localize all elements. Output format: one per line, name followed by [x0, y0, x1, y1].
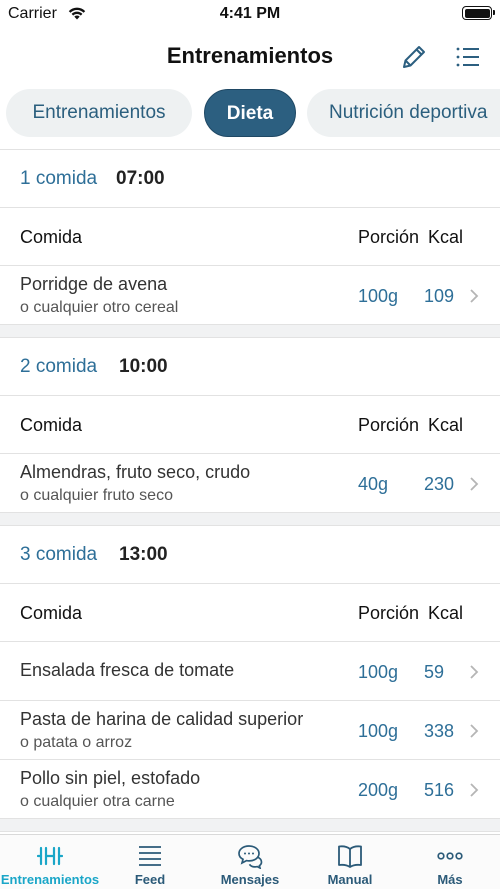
- food-portion: 100g: [358, 286, 399, 306]
- tabbar-manual[interactable]: Manual: [300, 835, 400, 889]
- food-note: o cualquier fruto seco: [20, 487, 173, 504]
- tabbar-label: Feed: [134, 872, 166, 887]
- tabbar-mas[interactable]: Más: [400, 835, 500, 889]
- food-portion: 100g: [358, 662, 399, 682]
- food-kcal: 230: [424, 474, 455, 494]
- food-kcal: 338: [424, 721, 455, 741]
- food-name: Porridge de avena: [20, 274, 168, 294]
- food-row[interactable]: Ensalada fresca de tomate 100g 59: [0, 642, 500, 701]
- column-food: Comida: [20, 415, 83, 435]
- chat-bubbles-icon: [238, 845, 263, 869]
- chevron-right-icon: [470, 665, 479, 679]
- status-bar: Carrier 4:41 PM: [0, 0, 500, 30]
- meal-section: 2 comida 10:00 Comida Porción Kcal Almen…: [0, 338, 500, 513]
- food-row[interactable]: Pasta de harina de calidad superior o pa…: [0, 701, 500, 760]
- tabbar-label: Manual: [327, 872, 373, 887]
- section-separator: [0, 325, 500, 338]
- food-kcal: 59: [424, 662, 445, 682]
- column-kcal: Kcal: [428, 603, 464, 623]
- column-food: Comida: [20, 603, 83, 623]
- chevron-right-icon: [470, 477, 479, 491]
- column-food: Comida: [20, 227, 83, 247]
- tabbar-label: Mensajes: [220, 872, 280, 887]
- column-portion: Porción: [358, 415, 420, 435]
- food-kcal: 516: [424, 780, 455, 800]
- meal-header: 3 comida 13:00: [0, 526, 500, 584]
- chevron-right-icon: [470, 783, 479, 797]
- nav-bar: Entrenamientos: [0, 30, 500, 82]
- food-note: o cualquier otra carne: [20, 793, 175, 810]
- section-separator: [0, 513, 500, 526]
- section-separator: [0, 819, 500, 832]
- meal-number: 2 comida: [20, 356, 98, 377]
- clock: 4:41 PM: [219, 5, 281, 22]
- column-kcal: Kcal: [428, 415, 464, 435]
- tabbar-label: Más: [437, 872, 463, 887]
- chevron-right-icon: [470, 724, 479, 738]
- column-headers: Comida Porción Kcal: [0, 584, 500, 642]
- column-headers: Comida Porción Kcal: [0, 208, 500, 266]
- dumbbell-icon: [37, 846, 63, 866]
- tab-dieta[interactable]: Dieta: [204, 89, 296, 137]
- food-portion: 40g: [358, 474, 389, 494]
- column-headers: Comida Porción Kcal: [0, 396, 500, 454]
- food-portion: 100g: [358, 721, 399, 741]
- food-portion: 200g: [358, 780, 399, 800]
- meal-number: 3 comida: [20, 544, 98, 565]
- category-tabs: Entrenamientos Dieta Nutrición deportiva: [0, 86, 500, 142]
- tab-entrenamientos[interactable]: Entrenamientos: [6, 89, 192, 137]
- more-dots-icon: [437, 852, 463, 860]
- chevron-right-icon: [470, 289, 479, 303]
- meal-time: 13:00: [119, 544, 168, 565]
- battery-icon: [462, 6, 495, 20]
- feed-lines-icon: [139, 846, 161, 866]
- food-name: Ensalada fresca de tomate: [20, 660, 235, 680]
- food-row[interactable]: Almendras, fruto seco, crudo o cualquier…: [0, 454, 500, 513]
- meal-section: 3 comida 13:00 Comida Porción Kcal Ensal…: [0, 526, 500, 819]
- food-row[interactable]: Pollo sin piel, estofado o cualquier otr…: [0, 760, 500, 819]
- tabbar-entrenamientos[interactable]: Entrenamientos: [0, 835, 100, 889]
- meal-header: 2 comida 10:00: [0, 338, 500, 396]
- column-portion: Porción: [358, 227, 420, 247]
- column-kcal: Kcal: [428, 227, 464, 247]
- food-name: Almendras, fruto seco, crudo: [20, 462, 251, 482]
- diet-list[interactable]: 1 comida 07:00 Comida Porción Kcal Porri…: [0, 149, 500, 834]
- tabbar-mensajes[interactable]: Mensajes: [200, 835, 300, 889]
- list-icon[interactable]: [452, 41, 484, 73]
- tabbar-label: Entrenamientos: [0, 872, 100, 887]
- column-portion: Porción: [358, 603, 420, 623]
- meal-section: 1 comida 07:00 Comida Porción Kcal Porri…: [0, 150, 500, 325]
- meal-time: 07:00: [116, 168, 165, 189]
- meal-header: 1 comida 07:00: [0, 150, 500, 208]
- tab-nutricion-deportiva[interactable]: Nutrición deportiva: [307, 89, 500, 137]
- tabbar-feed[interactable]: Feed: [100, 835, 200, 889]
- pencil-icon[interactable]: [398, 41, 430, 73]
- bottom-tab-bar: Entrenamientos Feed Mensajes Manual Más: [0, 834, 500, 889]
- food-kcal: 109: [424, 286, 455, 306]
- food-name: Pollo sin piel, estofado: [20, 768, 201, 788]
- meal-time: 10:00: [119, 356, 168, 377]
- food-note: o patata o arroz: [20, 734, 133, 751]
- food-name: Pasta de harina de calidad superior: [20, 709, 304, 729]
- book-icon: [338, 845, 362, 868]
- food-row[interactable]: Porridge de avena o cualquier otro cerea…: [0, 266, 500, 325]
- food-note: o cualquier otro cereal: [20, 299, 179, 316]
- meal-number: 1 comida: [20, 168, 98, 189]
